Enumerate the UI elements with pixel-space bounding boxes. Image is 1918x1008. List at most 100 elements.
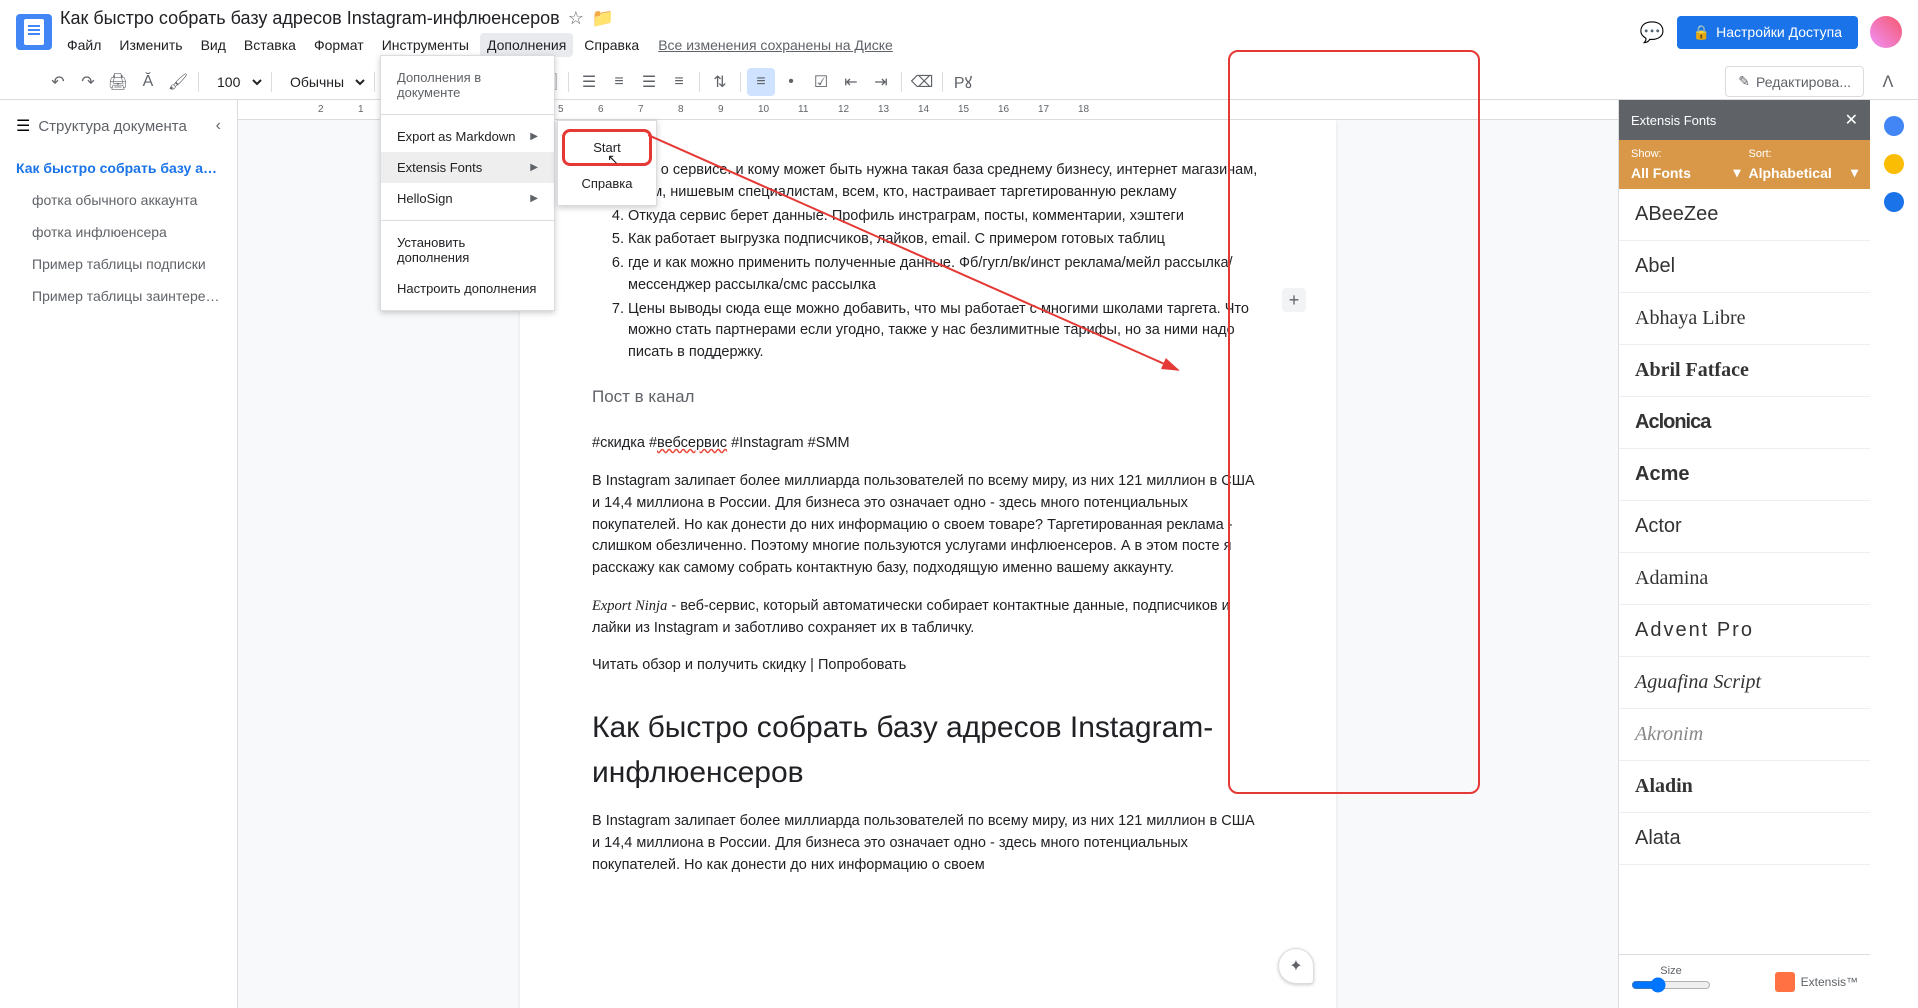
- bulleted-list-button[interactable]: •: [777, 68, 805, 96]
- heading-main: Как быстро собрать базу адресов Instagra…: [592, 705, 1264, 795]
- menu-справка[interactable]: Справка: [577, 33, 646, 57]
- separator: [901, 72, 902, 92]
- font-item[interactable]: Aclonica: [1619, 397, 1870, 449]
- separator: [374, 72, 375, 92]
- align-left-button[interactable]: ☰: [575, 68, 603, 96]
- outline-item[interactable]: фотка обычного аккаунта: [16, 184, 221, 216]
- input-tools-button[interactable]: Рꙋ: [949, 68, 977, 96]
- folder-icon[interactable]: 📁: [592, 8, 614, 29]
- comments-icon[interactable]: 💬: [1640, 20, 1665, 45]
- menu-вставка[interactable]: Вставка: [237, 33, 303, 57]
- paint-format-button[interactable]: 🖌: [164, 68, 192, 96]
- outline-item[interactable]: Пример таблицы подписки: [16, 248, 221, 280]
- align-center-button[interactable]: ≡: [605, 68, 633, 96]
- align-right-button[interactable]: ☰: [635, 68, 663, 96]
- doc-title[interactable]: Как быстро собрать базу адресов Instagra…: [60, 8, 560, 29]
- ruler-tick: 6: [598, 104, 604, 115]
- share-label: Настройки Доступа: [1716, 24, 1842, 40]
- style-select[interactable]: Обычный ...: [278, 69, 368, 95]
- share-button[interactable]: 🔒 Настройки Доступа: [1677, 16, 1858, 49]
- sort-label: Sort:: [1749, 148, 1859, 160]
- submenu-item-справка[interactable]: Справка: [558, 168, 656, 199]
- outline-close-icon[interactable]: ‹: [216, 117, 221, 135]
- show-label: Show:: [1631, 148, 1741, 160]
- side-panel-icons: [1870, 100, 1918, 1008]
- add-comment-button[interactable]: +: [1282, 288, 1306, 312]
- save-status[interactable]: Все изменения сохранены на Диске: [658, 37, 893, 53]
- dropdown-item[interactable]: HelloSign▶: [381, 183, 554, 214]
- size-control[interactable]: Size: [1631, 965, 1711, 998]
- numbered-list: тько о сервисе. и кому может быть нужна …: [592, 160, 1264, 364]
- dropdown-item[interactable]: Настроить дополнения: [381, 273, 554, 304]
- editing-mode-button[interactable]: ✎ Редактирова...: [1725, 66, 1864, 97]
- menu-формат[interactable]: Формат: [307, 33, 371, 57]
- outline-item[interactable]: фотка инфлюенсера: [16, 216, 221, 248]
- calendar-icon[interactable]: [1884, 116, 1904, 136]
- dropdown-item[interactable]: Export as Markdown▶: [381, 121, 554, 152]
- paragraph-4: В Instagram залипает более миллиарда пол…: [592, 811, 1264, 876]
- dropdown-item[interactable]: Установить дополнения: [381, 227, 554, 273]
- docs-icon[interactable]: [16, 14, 52, 50]
- zoom-select[interactable]: 100%: [205, 69, 265, 95]
- line-spacing-button[interactable]: ⇅: [706, 68, 734, 96]
- explore-button[interactable]: ✦: [1278, 948, 1314, 984]
- numbered-list-button[interactable]: ≡: [747, 68, 775, 96]
- extensis-brand[interactable]: Extensis™: [1775, 972, 1858, 992]
- cursor-icon: ↖: [607, 151, 619, 168]
- font-item[interactable]: Aladin: [1619, 761, 1870, 813]
- separator: [271, 72, 272, 92]
- chevron-right-icon: ▶: [530, 131, 538, 142]
- font-item[interactable]: Adamina: [1619, 553, 1870, 605]
- list-item: где и как можно применить полученные дан…: [628, 253, 1264, 297]
- font-item[interactable]: Abel: [1619, 241, 1870, 293]
- menu-вид[interactable]: Вид: [194, 33, 233, 57]
- close-icon[interactable]: ✕: [1845, 110, 1858, 130]
- indent-increase-button[interactable]: ⇥: [867, 68, 895, 96]
- ruler-tick: 13: [878, 104, 889, 115]
- font-item[interactable]: Actor: [1619, 501, 1870, 553]
- ruler-tick: 16: [998, 104, 1009, 115]
- menu-изменить[interactable]: Изменить: [112, 33, 189, 57]
- show-filter[interactable]: Show: All Fonts▾: [1631, 148, 1741, 181]
- page[interactable]: тько о сервисе. и кому может быть нужна …: [520, 120, 1336, 1008]
- keep-icon[interactable]: [1884, 154, 1904, 174]
- dropdown-item[interactable]: Extensis Fonts▶: [381, 152, 554, 183]
- outline-item[interactable]: Пример таблицы заинтересо...: [16, 280, 221, 312]
- collapse-button[interactable]: ᐱ: [1874, 68, 1902, 96]
- font-item[interactable]: Alata: [1619, 813, 1870, 865]
- menu-дополнения[interactable]: Дополнения: [480, 33, 573, 57]
- editing-mode-label: Редактирова...: [1756, 74, 1851, 90]
- checklist-button[interactable]: ☑: [807, 68, 835, 96]
- clear-format-button[interactable]: ⌫: [908, 68, 936, 96]
- font-list[interactable]: ABeeZeeAbelAbhaya LibreAbril FatfaceAclo…: [1619, 189, 1870, 954]
- font-item[interactable]: ABeeZee: [1619, 189, 1870, 241]
- size-label: Size: [1631, 965, 1711, 977]
- outline-icon[interactable]: ☰: [16, 116, 30, 136]
- font-item[interactable]: Abril Fatface: [1619, 345, 1870, 397]
- size-slider[interactable]: [1631, 977, 1711, 993]
- print-button[interactable]: 🖨: [104, 68, 132, 96]
- font-item[interactable]: Abhaya Libre: [1619, 293, 1870, 345]
- ruler-tick: 18: [1078, 104, 1089, 115]
- spellcheck-button[interactable]: Ă: [134, 68, 162, 96]
- sort-filter[interactable]: Sort: Alphabetical▾: [1749, 148, 1859, 181]
- align-justify-button[interactable]: ≡: [665, 68, 693, 96]
- star-icon[interactable]: ☆: [568, 8, 584, 29]
- redo-button[interactable]: ↷: [74, 68, 102, 96]
- font-item[interactable]: Advent Pro: [1619, 605, 1870, 657]
- extensis-panel: Extensis Fonts ✕ Show: All Fonts▾ Sort: …: [1618, 100, 1870, 1008]
- tasks-icon[interactable]: [1884, 192, 1904, 212]
- undo-button[interactable]: ↶: [44, 68, 72, 96]
- toolbar: ↶ ↷ 🖨 Ă 🖌 100% Обычный ... Arial 🔗 🗨 🖼 ☰…: [0, 64, 1918, 100]
- main: ☰ Структура документа ‹ Как быстро собра…: [0, 100, 1918, 1008]
- menu-файл[interactable]: Файл: [60, 33, 108, 57]
- font-item[interactable]: Acme: [1619, 449, 1870, 501]
- menu-инструменты[interactable]: Инструменты: [375, 33, 476, 57]
- avatar[interactable]: [1870, 16, 1902, 48]
- ruler-tick: 1: [358, 104, 364, 115]
- outline-item[interactable]: Как быстро собрать базу адрес...: [16, 152, 221, 184]
- font-item[interactable]: Akronim: [1619, 709, 1870, 761]
- font-item[interactable]: Aguafina Script: [1619, 657, 1870, 709]
- submenu-item-start[interactable]: Start↖: [562, 129, 652, 166]
- indent-decrease-button[interactable]: ⇤: [837, 68, 865, 96]
